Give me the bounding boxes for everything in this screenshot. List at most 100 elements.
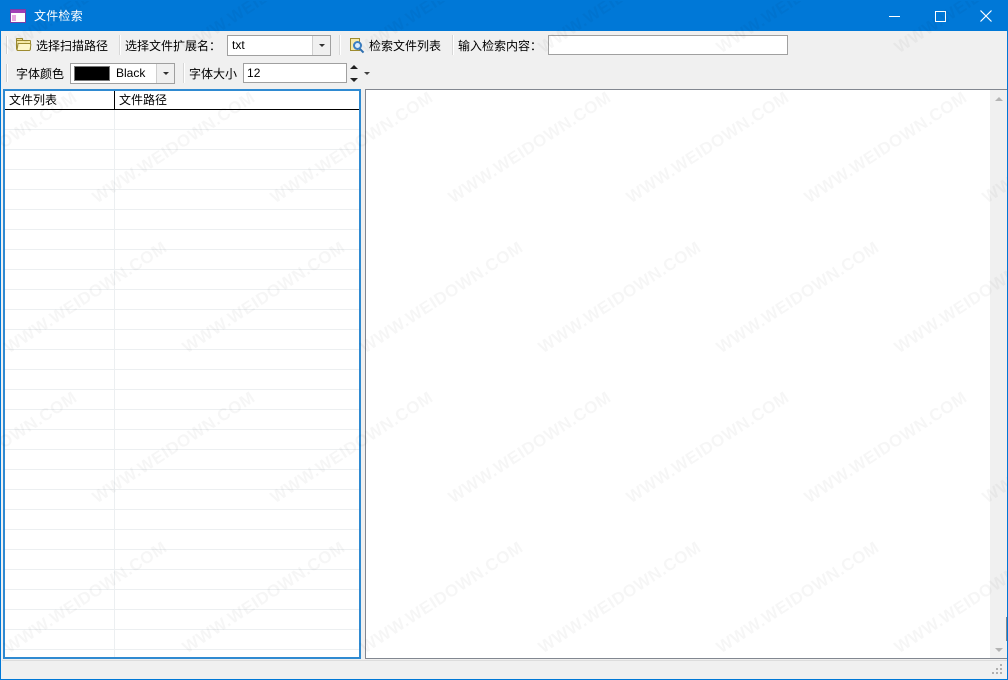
cell-file-path <box>115 630 359 649</box>
table-row[interactable] <box>5 170 359 190</box>
table-row[interactable] <box>5 250 359 270</box>
cell-file-list <box>5 270 115 289</box>
cell-file-list <box>5 370 115 389</box>
table-row[interactable] <box>5 450 359 470</box>
toolbar-separator <box>183 63 185 83</box>
cell-file-path <box>115 350 359 369</box>
cell-file-list <box>5 550 115 569</box>
cell-file-path <box>115 410 359 429</box>
cell-file-list <box>5 470 115 489</box>
table-row[interactable] <box>5 490 359 510</box>
content-preview-panel[interactable] <box>365 89 1007 659</box>
table-row[interactable] <box>5 550 359 570</box>
search-file-list-label: 检索文件列表 <box>369 38 442 53</box>
cell-file-list <box>5 630 115 649</box>
scroll-up-button[interactable] <box>990 90 1007 107</box>
cell-file-path <box>115 610 359 629</box>
font-size-stepper[interactable] <box>347 63 361 84</box>
table-row[interactable] <box>5 110 359 130</box>
cell-file-list <box>5 230 115 249</box>
file-list-header: 文件列表 文件路径 <box>5 91 359 110</box>
table-row[interactable] <box>5 530 359 550</box>
cell-file-list <box>5 290 115 309</box>
cell-file-list <box>5 110 115 129</box>
cell-file-list <box>5 610 115 629</box>
font-color-combo[interactable]: Black <box>70 62 176 84</box>
table-row[interactable] <box>5 190 359 210</box>
font-color-dropdown-button[interactable] <box>156 63 175 83</box>
content-preview-scrollbar[interactable] <box>989 90 1007 658</box>
select-scan-path-label: 选择扫描路径 <box>36 38 109 53</box>
column-header-file-path[interactable]: 文件路径 <box>115 91 359 109</box>
file-extension-dropdown-button[interactable] <box>312 35 331 55</box>
chevron-down-icon <box>994 647 1003 652</box>
cell-file-list <box>5 210 115 229</box>
cell-file-path <box>115 590 359 609</box>
minimize-button[interactable] <box>871 1 917 31</box>
column-header-file-list[interactable]: 文件列表 <box>5 91 115 109</box>
search-document-icon <box>349 37 365 54</box>
table-row[interactable] <box>5 230 359 250</box>
scroll-down-button[interactable] <box>990 641 1007 658</box>
cell-file-path <box>115 530 359 549</box>
spinner-down-icon[interactable] <box>350 77 359 82</box>
cell-file-list <box>5 410 115 429</box>
toolbar-separator <box>339 35 341 55</box>
table-row[interactable] <box>5 390 359 410</box>
table-row[interactable] <box>5 610 359 630</box>
cell-file-list <box>5 170 115 189</box>
file-extension-value: txt <box>232 38 245 52</box>
resize-grip-icon[interactable] <box>992 664 1004 676</box>
cell-file-list <box>5 490 115 509</box>
search-file-list-button[interactable]: 检索文件列表 <box>345 34 447 56</box>
table-row[interactable] <box>5 430 359 450</box>
table-row[interactable] <box>5 630 359 650</box>
table-row[interactable] <box>5 370 359 390</box>
folder-open-icon <box>16 37 32 53</box>
cell-file-list <box>5 150 115 169</box>
cell-file-path <box>115 270 359 289</box>
table-row[interactable] <box>5 350 359 370</box>
table-row[interactable] <box>5 330 359 350</box>
table-row[interactable] <box>5 270 359 290</box>
table-row[interactable] <box>5 570 359 590</box>
cell-file-path <box>115 230 359 249</box>
font-color-label: 字体颜色 <box>16 66 65 81</box>
table-row[interactable] <box>5 210 359 230</box>
toolbar-overflow-button[interactable] <box>361 62 372 84</box>
cell-file-list <box>5 430 115 449</box>
table-row[interactable] <box>5 290 359 310</box>
close-button[interactable] <box>963 1 1007 31</box>
table-row[interactable] <box>5 590 359 610</box>
toolbar-grip[interactable] <box>4 35 11 55</box>
cell-file-list <box>5 650 115 657</box>
table-row[interactable] <box>5 150 359 170</box>
table-row[interactable] <box>5 470 359 490</box>
toolbar-grip[interactable] <box>4 63 11 83</box>
cell-file-path <box>115 570 359 589</box>
table-row[interactable] <box>5 310 359 330</box>
spinner-up-icon[interactable] <box>350 64 359 69</box>
scrollbar-thumb[interactable] <box>990 107 1007 617</box>
cell-file-list <box>5 130 115 149</box>
table-row[interactable] <box>5 650 359 657</box>
cell-file-list <box>5 350 115 369</box>
table-row[interactable] <box>5 410 359 430</box>
font-size-input[interactable] <box>243 63 348 83</box>
file-extension-combo[interactable]: txt <box>227 34 332 56</box>
select-scan-path-button[interactable]: 选择扫描路径 <box>12 34 114 56</box>
chevron-down-icon <box>318 43 325 47</box>
search-content-input[interactable] <box>548 35 789 55</box>
file-extension-label: 选择文件扩展名： <box>125 38 222 53</box>
close-icon <box>980 10 992 22</box>
chevron-down-icon <box>363 71 370 75</box>
search-content-label: 输入检索内容： <box>458 38 543 53</box>
file-list-view[interactable]: 文件列表 文件路径 <box>3 89 361 659</box>
table-row[interactable] <box>5 130 359 150</box>
maximize-button[interactable] <box>917 1 963 31</box>
cell-file-list <box>5 510 115 529</box>
content-preview-text[interactable] <box>366 90 989 658</box>
cell-file-list <box>5 390 115 409</box>
file-list-body[interactable] <box>5 110 359 657</box>
table-row[interactable] <box>5 510 359 530</box>
